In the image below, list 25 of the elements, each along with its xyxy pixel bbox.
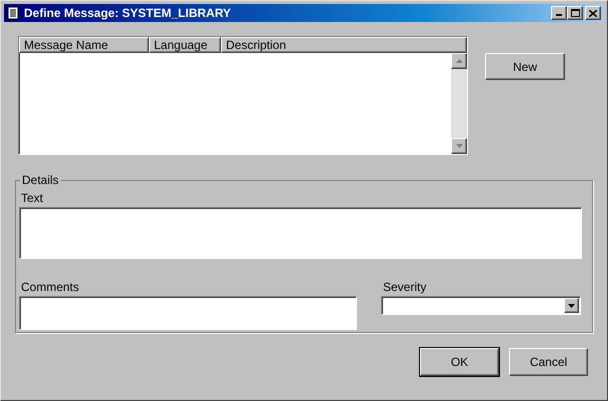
field-label: Text (21, 191, 44, 205)
minimize-button[interactable] (551, 6, 567, 20)
dropdown-arrow-icon (568, 304, 575, 308)
text-field[interactable] (19, 207, 582, 259)
group-title: Details (20, 173, 61, 187)
default-button[interactable]: OK (420, 348, 499, 376)
field-label: Comments (21, 280, 80, 294)
column-header[interactable]: Language (149, 37, 221, 53)
close-button[interactable] (585, 6, 601, 20)
close-icon (589, 10, 597, 16)
scrollbar[interactable] (451, 53, 467, 154)
scroll-down-icon (456, 144, 462, 148)
window-title: Define Message: SYSTEM_LIBRARY (24, 5, 231, 22)
field-label: Severity (383, 280, 426, 294)
new-button[interactable]: New (485, 53, 565, 80)
column-header[interactable]: Description (221, 37, 467, 53)
document-icon (7, 6, 19, 20)
maximize-button[interactable] (567, 6, 583, 20)
column-header[interactable]: Message Name (19, 37, 149, 53)
minimize-icon (556, 14, 562, 16)
scroll-up-icon (456, 59, 462, 63)
maximize-icon (570, 9, 580, 17)
dialog-button[interactable]: Cancel (509, 348, 588, 376)
comments-field[interactable] (19, 296, 357, 330)
severity-dropdown[interactable] (381, 296, 581, 315)
